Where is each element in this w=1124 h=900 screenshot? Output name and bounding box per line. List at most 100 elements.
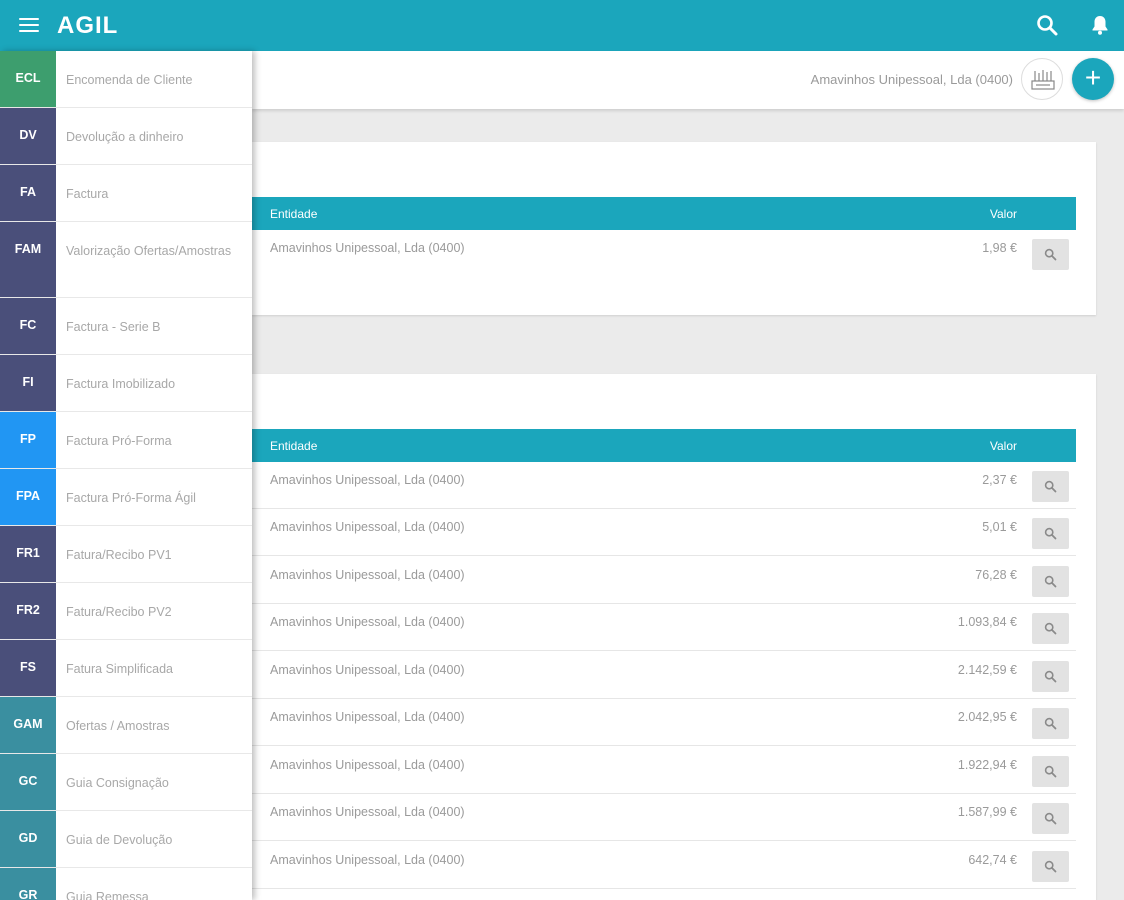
drawer-item-label: Factura bbox=[66, 187, 109, 201]
drawer-item-label: Factura - Serie B bbox=[66, 320, 161, 334]
top-app-bar: AGIL bbox=[0, 0, 1124, 51]
add-button[interactable]: + bbox=[1072, 58, 1114, 100]
doc-code-badge: FI bbox=[0, 355, 56, 411]
doc-code-badge: FA bbox=[0, 165, 56, 221]
drawer-item-fa[interactable]: FA Factura bbox=[0, 165, 252, 222]
entity-cell: Amavinhos Unipessoal, Lda (0400) bbox=[270, 710, 465, 724]
search-icon bbox=[1044, 670, 1057, 683]
entity-cell: Amavinhos Unipessoal, Lda (0400) bbox=[270, 473, 465, 487]
entity-cell: Amavinhos Unipessoal, Lda (0400) bbox=[270, 853, 465, 867]
drawer-item-gam[interactable]: GAM Ofertas / Amostras bbox=[0, 697, 252, 754]
doc-code-badge: GC bbox=[0, 754, 56, 810]
value-cell: 1,98 € bbox=[982, 241, 1017, 255]
drawer-item-fs[interactable]: FS Fatura Simplificada bbox=[0, 640, 252, 697]
table-row: Amavinhos Unipessoal, Lda (0400) 1.093,8… bbox=[252, 604, 1076, 651]
drawer-item-label: Valorização Ofertas/Amostras bbox=[66, 244, 232, 258]
view-button[interactable] bbox=[1032, 566, 1069, 597]
value-cell: 76,28 € bbox=[975, 568, 1017, 582]
table-row: Amavinhos Unipessoal, Lda (0400) 5,01 € bbox=[252, 509, 1076, 556]
drawer-item-fi[interactable]: FI Factura Imobilizado bbox=[0, 355, 252, 412]
search-icon bbox=[1044, 812, 1057, 825]
table-row: Amavinhos Unipessoal, Lda (0400) 2.042,9… bbox=[252, 699, 1076, 746]
entity-cell: Amavinhos Unipessoal, Lda (0400) bbox=[270, 615, 465, 629]
view-button[interactable] bbox=[1032, 708, 1069, 739]
doc-code-badge: DV bbox=[0, 108, 56, 164]
value-cell: 2.042,95 € bbox=[957, 710, 1017, 724]
value-cell: 1.093,84 € bbox=[957, 615, 1017, 629]
entity-cell: Amavinhos Unipessoal, Lda (0400) bbox=[270, 568, 465, 582]
value-cell: 1.922,94 € bbox=[957, 758, 1017, 772]
entity-cell: Amavinhos Unipessoal, Lda (0400) bbox=[270, 758, 465, 772]
entity-cell: Amavinhos Unipessoal, Lda (0400) bbox=[270, 805, 465, 819]
search-icon[interactable] bbox=[1035, 13, 1059, 37]
drawer-item-dv[interactable]: DV Devolução a dinheiro bbox=[0, 108, 252, 165]
document-type-drawer: ECL Encomenda de Cliente DV Devolução a … bbox=[0, 51, 252, 900]
drawer-item-label: Ofertas / Amostras bbox=[66, 719, 170, 733]
search-icon bbox=[1044, 622, 1057, 635]
table-row: Amavinhos Unipessoal, Lda (0400) 2.142,5… bbox=[252, 652, 1076, 699]
drawer-item-label: Guia Consignação bbox=[66, 776, 169, 790]
drawer-item-ecl[interactable]: ECL Encomenda de Cliente bbox=[0, 51, 252, 108]
drawer-item-fr2[interactable]: FR2 Fatura/Recibo PV2 bbox=[0, 583, 252, 640]
doc-code-badge: GD bbox=[0, 811, 56, 867]
drawer-item-gc[interactable]: GC Guia Consignação bbox=[0, 754, 252, 811]
view-button[interactable] bbox=[1032, 239, 1069, 270]
drawer-item-label: Guia Remessa bbox=[66, 890, 149, 900]
drawer-item-gr[interactable]: GR Guia Remessa bbox=[0, 868, 252, 900]
drawer-item-fr1[interactable]: FR1 Fatura/Recibo PV1 bbox=[0, 526, 252, 583]
drawer-item-fp[interactable]: FP Factura Pró-Forma bbox=[0, 412, 252, 469]
view-button[interactable] bbox=[1032, 661, 1069, 692]
doc-code-badge: ECL bbox=[0, 51, 56, 107]
table-row: Amavinhos Unipessoal, Lda (0400) 76,28 € bbox=[252, 557, 1076, 604]
view-button[interactable] bbox=[1032, 471, 1069, 502]
drawer-item-label: Encomenda de Cliente bbox=[66, 73, 193, 87]
column-header-entity: Entidade bbox=[270, 439, 318, 453]
search-icon bbox=[1044, 480, 1057, 493]
bell-icon[interactable] bbox=[1088, 13, 1112, 37]
table-row: Amavinhos Unipessoal, Lda (0400) 1,98 € bbox=[252, 230, 1076, 277]
drawer-item-fpa[interactable]: FPA Factura Pró-Forma Ágil bbox=[0, 469, 252, 526]
view-button[interactable] bbox=[1032, 803, 1069, 834]
documents-card-2: Entidade Valor Amavinhos Unipessoal, Lda… bbox=[252, 374, 1096, 900]
entity-cell: Amavinhos Unipessoal, Lda (0400) bbox=[270, 663, 465, 677]
drawer-item-label: Fatura/Recibo PV2 bbox=[66, 605, 172, 619]
doc-code-badge: FR1 bbox=[0, 526, 56, 582]
drawer-item-gd[interactable]: GD Guia de Devolução bbox=[0, 811, 252, 868]
view-button[interactable] bbox=[1032, 756, 1069, 787]
menu-icon[interactable] bbox=[19, 18, 39, 33]
doc-code-badge: FC bbox=[0, 298, 56, 354]
view-button[interactable] bbox=[1032, 851, 1069, 882]
column-header-value: Valor bbox=[989, 207, 1017, 221]
doc-code-badge: FP bbox=[0, 412, 56, 468]
table-row: Amavinhos Unipessoal, Lda (0400) 642,74 … bbox=[252, 842, 1076, 889]
drawer-item-label: Factura Imobilizado bbox=[66, 377, 176, 391]
column-header-value: Valor bbox=[989, 439, 1017, 453]
table-header: Entidade Valor bbox=[252, 429, 1076, 462]
view-button[interactable] bbox=[1032, 518, 1069, 549]
drawer-item-label: Fatura Simplificada bbox=[66, 662, 173, 676]
table-header: Entidade Valor bbox=[252, 197, 1076, 230]
company-avatar[interactable] bbox=[1021, 58, 1063, 100]
table-row: Amavinhos Unipessoal, Lda (0400) 1.922,9… bbox=[252, 747, 1076, 794]
drawer-item-fam[interactable]: FAM Valorização Ofertas/Amostras bbox=[0, 222, 252, 298]
search-icon bbox=[1044, 860, 1057, 873]
table-row: Amavinhos Unipessoal, Lda (0400) 1.587,9… bbox=[252, 794, 1076, 841]
table-row: Amavinhos Unipessoal, Lda (0400) 2,37 € bbox=[252, 462, 1076, 509]
search-icon bbox=[1044, 527, 1057, 540]
drawer-item-fc[interactable]: FC Factura - Serie B bbox=[0, 298, 252, 355]
doc-code-badge: GAM bbox=[0, 697, 56, 753]
value-cell: 642,74 € bbox=[968, 853, 1017, 867]
company-bar: Amavinhos Unipessoal, Lda (0400) + bbox=[252, 51, 1124, 109]
search-icon bbox=[1044, 717, 1057, 730]
company-name: Amavinhos Unipessoal, Lda (0400) bbox=[810, 72, 1013, 87]
drawer-item-label: Devolução a dinheiro bbox=[66, 130, 184, 144]
value-cell: 2.142,59 € bbox=[957, 663, 1017, 677]
entity-cell: Amavinhos Unipessoal, Lda (0400) bbox=[270, 520, 465, 534]
column-header-entity: Entidade bbox=[270, 207, 318, 221]
search-icon bbox=[1044, 765, 1057, 778]
app-logo: AGIL bbox=[57, 12, 119, 39]
drawer-item-label: Guia de Devolução bbox=[66, 833, 173, 847]
value-cell: 1.587,99 € bbox=[957, 805, 1017, 819]
doc-code-badge: FR2 bbox=[0, 583, 56, 639]
view-button[interactable] bbox=[1032, 613, 1069, 644]
